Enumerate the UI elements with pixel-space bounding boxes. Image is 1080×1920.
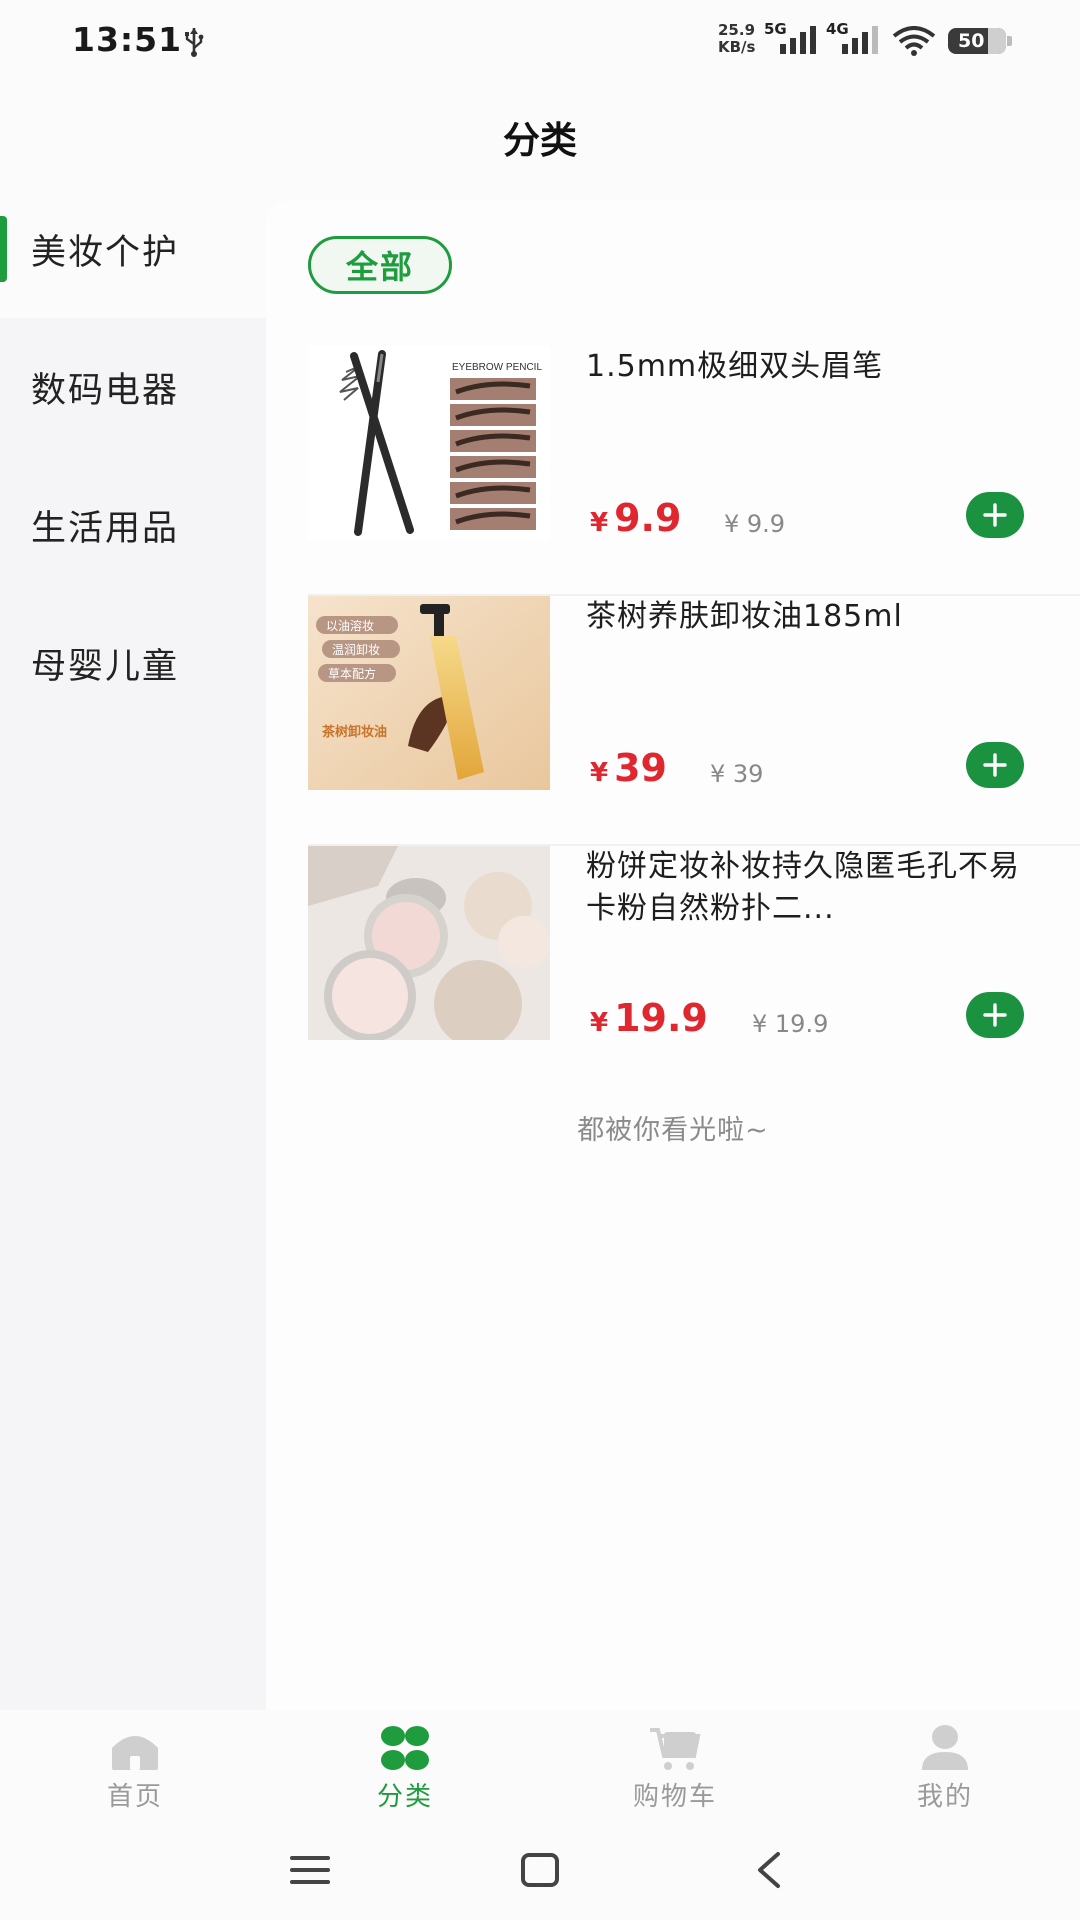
bottom-tab-bar: 首页 分类 购物车 我的 bbox=[0, 1710, 1080, 1820]
add-to-cart-button[interactable] bbox=[966, 742, 1024, 788]
product-item[interactable]: 粉饼定妆补妆持久隐匿毛孔不易卡粉自然粉扑二... ¥19.9 ¥ 19.9 bbox=[308, 846, 1080, 1096]
product-title[interactable]: 1.5mm极细双头眉笔 bbox=[586, 346, 1026, 388]
image-caption: 茶树卸妆油 bbox=[322, 724, 387, 740]
original-price: ¥ 9.9 bbox=[724, 510, 786, 538]
product-image-pressed-powder bbox=[308, 846, 550, 1040]
product-item[interactable]: EYEBROW PENCIL 1.5mm极细双头眉笔 ¥ 9.9 ¥ 9.9 bbox=[308, 346, 1080, 596]
image-tag-2: 温润卸妆 bbox=[332, 642, 380, 657]
image-tag-3: 草本配方 bbox=[328, 666, 376, 681]
original-price: ¥ 39 bbox=[710, 760, 764, 788]
home-icon bbox=[112, 1736, 158, 1770]
plus-icon bbox=[983, 753, 1007, 777]
sidebar-item-digital[interactable]: 数码电器 bbox=[0, 318, 266, 456]
product-image-eyebrow-pencil: EYEBROW PENCIL bbox=[308, 346, 550, 540]
plus-icon bbox=[983, 1003, 1007, 1027]
signal-5g-icon bbox=[780, 26, 816, 54]
status-bar: 13:51 25.9 KB/s 5G 4G 50 bbox=[0, 0, 1080, 84]
signal-4g-icon bbox=[842, 26, 878, 54]
net-speed-unit: KB/s bbox=[718, 38, 756, 56]
user-icon bbox=[922, 1725, 968, 1770]
filter-chip-all[interactable]: 全部 bbox=[308, 236, 452, 294]
menu-icon[interactable] bbox=[286, 1846, 334, 1894]
product-image-cleansing-oil: 以油溶妆 温润卸妆 草本配方 茶树卸妆油 bbox=[308, 596, 550, 790]
product-price: ¥39 bbox=[590, 746, 667, 790]
status-time: 13:51 bbox=[72, 20, 183, 59]
tab-profile[interactable]: 我的 bbox=[810, 1710, 1080, 1820]
product-price: ¥19.9 bbox=[590, 996, 708, 1040]
usb-icon bbox=[185, 28, 204, 57]
system-nav-bar bbox=[0, 1820, 1080, 1920]
app-screen: 13:51 25.9 KB/s 5G 4G 50 分类 美妆个护 数码电器 生活… bbox=[0, 0, 1080, 1920]
net-speed-value: 25.9 bbox=[718, 21, 756, 39]
tab-label: 分类 bbox=[376, 1782, 433, 1812]
page-title: 分类 bbox=[503, 119, 577, 162]
tab-category[interactable]: 分类 bbox=[270, 1710, 540, 1820]
eyebrow-image-text: EYEBROW PENCIL bbox=[452, 362, 542, 373]
price-value: 9.9 bbox=[614, 496, 682, 540]
net-speed: 25.9 KB/s bbox=[718, 22, 755, 56]
product-item[interactable]: 以油溶妆 温润卸妆 草本配方 茶树卸妆油 茶树养肤卸妆油185ml ¥39 ¥ … bbox=[308, 596, 1080, 846]
product-list-panel: 全部 EYEBROW PENCIL 1.5mm极细双头眉笔 ¥ 9.9 ¥ 9.… bbox=[266, 200, 1080, 1710]
sidebar-item-label: 数码电器 bbox=[31, 370, 180, 411]
image-tag-1: 以油溶妆 bbox=[326, 618, 374, 633]
page-header: 分类 bbox=[0, 84, 1080, 180]
add-to-cart-button[interactable] bbox=[966, 992, 1024, 1038]
sidebar-item-label: 生活用品 bbox=[31, 508, 180, 549]
add-to-cart-button[interactable] bbox=[966, 492, 1024, 538]
currency-symbol: ¥ bbox=[590, 508, 609, 538]
original-price: ¥ 19.9 bbox=[752, 1010, 829, 1038]
home-square-icon[interactable] bbox=[516, 1846, 564, 1894]
tab-cart[interactable]: 购物车 bbox=[540, 1710, 810, 1820]
back-icon[interactable] bbox=[746, 1846, 794, 1894]
wifi-icon bbox=[892, 26, 936, 56]
category-sidebar: 美妆个护 数码电器 生活用品 母婴儿童 bbox=[0, 180, 266, 1710]
plus-icon bbox=[983, 503, 1007, 527]
sidebar-item-label: 美妆个护 bbox=[31, 232, 180, 273]
end-of-list-note: 都被你看光啦~ bbox=[577, 1115, 769, 1146]
product-title[interactable]: 茶树养肤卸妆油185ml bbox=[586, 596, 1026, 638]
cart-icon bbox=[650, 1728, 701, 1770]
sidebar-item-beauty[interactable]: 美妆个护 bbox=[0, 180, 266, 318]
tab-label: 购物车 bbox=[632, 1782, 717, 1812]
tab-label: 我的 bbox=[916, 1782, 973, 1812]
battery-icon: 50 bbox=[948, 28, 1012, 54]
battery-level: 50 bbox=[958, 30, 985, 52]
sidebar-item-daily[interactable]: 生活用品 bbox=[0, 456, 266, 594]
product-price: ¥9.9 bbox=[590, 496, 681, 540]
tab-home[interactable]: 首页 bbox=[0, 1710, 270, 1820]
product-title[interactable]: 粉饼定妆补妆持久隐匿毛孔不易卡粉自然粉扑二... bbox=[586, 846, 1026, 930]
category-icon bbox=[381, 1726, 429, 1770]
price-value: 19.9 bbox=[614, 996, 708, 1040]
price-value: 39 bbox=[614, 746, 667, 790]
tab-label: 首页 bbox=[106, 1782, 163, 1812]
currency-symbol: ¥ bbox=[590, 758, 609, 788]
currency-symbol: ¥ bbox=[590, 1008, 609, 1038]
sidebar-item-baby[interactable]: 母婴儿童 bbox=[0, 594, 266, 732]
sidebar-item-label: 母婴儿童 bbox=[31, 646, 180, 687]
